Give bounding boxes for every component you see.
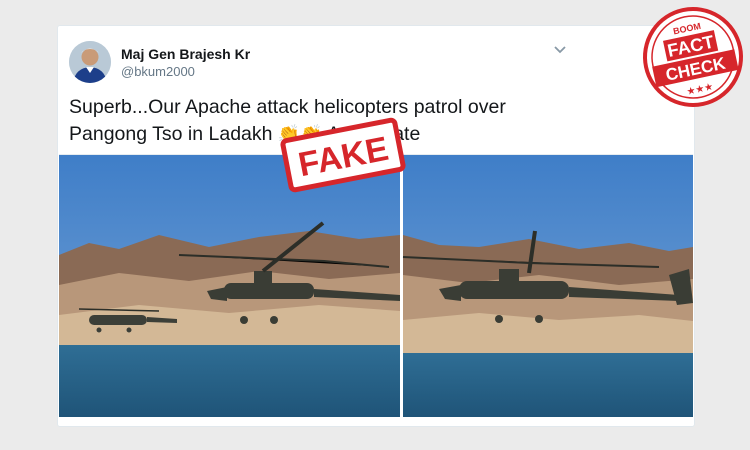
author-name[interactable]: Maj Gen Brajesh Kr bbox=[121, 46, 250, 62]
avatar-portrait bbox=[69, 41, 111, 83]
tweet-text-location: Pangong Tso in Ladakh bbox=[69, 123, 273, 145]
helicopter-video-frames bbox=[59, 155, 693, 417]
tweet-card: Maj Gen Brajesh Kr @bkum2000 Superb...Ou… bbox=[57, 25, 695, 427]
avatar[interactable] bbox=[69, 41, 111, 83]
author-handle[interactable]: @bkum2000 bbox=[121, 64, 195, 79]
video-frame-right bbox=[402, 155, 693, 417]
tweet-text-line-1: Superb...Our Apache attack helicopters p… bbox=[69, 96, 506, 118]
boom-fact-check-badge: BOOM FACT CHECK ★★★ bbox=[641, 5, 745, 109]
tweet-media[interactable] bbox=[59, 154, 693, 417]
chevron-down-icon[interactable] bbox=[550, 42, 570, 58]
video-frame-left bbox=[59, 155, 400, 417]
